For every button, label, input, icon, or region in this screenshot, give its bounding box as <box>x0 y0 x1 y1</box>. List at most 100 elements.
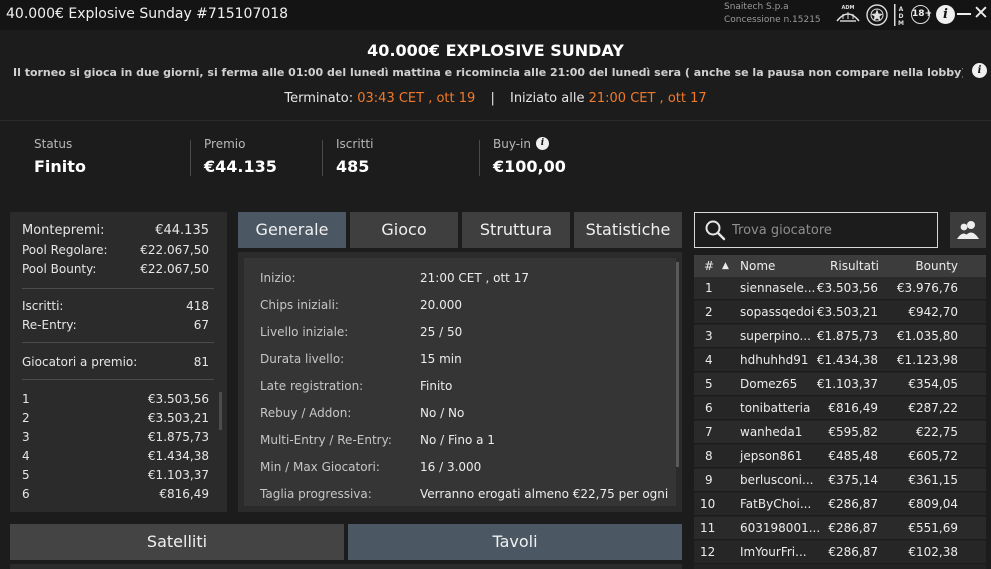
search-icon <box>705 220 726 241</box>
description-info-icon[interactable]: i <box>972 63 987 78</box>
info-label: Min / Max Giocatori: <box>260 460 380 474</box>
buyin-info-icon[interactable]: i <box>536 137 549 150</box>
divider <box>0 120 991 121</box>
tables-button[interactable]: Tavoli <box>348 524 682 560</box>
bounty-cell: €22,75 <box>916 425 958 439</box>
paid-players-value: 81 <box>193 355 209 369</box>
result-cell: €375,14 <box>828 473 878 487</box>
bounty-cell: €361,15 <box>908 473 958 487</box>
table-row[interactable]: 7 wanheda1 €595,82 €22,75 <box>694 421 986 444</box>
rank-cell: 5 <box>705 377 713 391</box>
payout-position: 1 <box>22 392 30 406</box>
regular-pool-value: €22.067,50 <box>140 243 209 257</box>
result-cell: €485,48 <box>828 449 878 463</box>
payout-scrollbar[interactable] <box>219 392 222 430</box>
close-icon[interactable]: ✕ <box>973 2 989 24</box>
tab-statistiche[interactable]: Statistiche <box>574 212 682 248</box>
info-label: Rebuy / Addon: <box>260 406 352 420</box>
player-search-input[interactable] <box>732 220 932 240</box>
table-row[interactable]: 8 jepson861 €485,48 €605,72 <box>694 445 986 468</box>
info-value: 15 min <box>420 352 462 366</box>
info-label: Multi-Entry / Re-Entry: <box>260 433 392 447</box>
bounty-cell: €3.976,76 <box>896 281 958 295</box>
result-cell: €286,87 <box>828 497 878 511</box>
started-value: 21:00 CET , ott 17 <box>588 91 707 106</box>
started-label: Iniziato alle <box>509 91 585 106</box>
results-header[interactable]: Risultati <box>830 259 879 273</box>
table-row[interactable]: 9 berlusconi... €375,14 €361,15 <box>694 469 986 492</box>
divider <box>22 379 214 380</box>
table-row[interactable]: 1 siennasele... €3.503,56 €3.976,76 <box>694 277 986 300</box>
rank-cell: 1 <box>705 281 713 295</box>
sort-ascending-icon[interactable]: ▲ <box>722 261 729 271</box>
rank-cell: 2 <box>705 305 713 319</box>
name-cell: berlusconi... <box>740 473 814 487</box>
bounty-pool-label: Pool Bounty: <box>22 262 97 276</box>
info-value: No / Fino a 1 <box>420 433 495 447</box>
table-row[interactable]: 11 603198001... €286,87 €551,69 <box>694 517 986 540</box>
result-cell: €1.875,73 <box>816 329 878 343</box>
table-row[interactable]: 5 Domez65 €1.103,37 €354,05 <box>694 373 986 396</box>
result-cell: €3.503,56 <box>816 281 878 295</box>
name-cell: superpino... <box>740 329 811 343</box>
info-label: Chips iniziali: <box>260 298 339 312</box>
bounty-cell: €605,72 <box>908 449 958 463</box>
status-value: Finito <box>34 157 86 176</box>
general-scrollbar[interactable] <box>676 262 679 467</box>
rank-cell: 7 <box>705 425 713 439</box>
minimize-icon[interactable] <box>957 13 971 15</box>
stat-divider <box>190 140 191 176</box>
company-info: Snaitech S.p.a Concessione n.15215 <box>724 1 821 27</box>
rank-cell: 8 <box>705 449 713 463</box>
bounty-cell: €551,69 <box>908 521 958 535</box>
divider <box>22 288 214 289</box>
name-cell: Domez65 <box>740 377 798 391</box>
players-table-header: # ▲ Nome Risultati Bounty <box>694 255 986 277</box>
payout-position: 5 <box>22 468 30 482</box>
rank-header[interactable]: # <box>704 259 714 273</box>
prize-pool-label: Montepremi: <box>22 223 105 238</box>
bounty-header[interactable]: Bounty <box>915 259 958 273</box>
stat-divider <box>322 140 323 176</box>
name-cell: hdhuhhd91 <box>740 353 809 367</box>
status-label: Status <box>34 137 73 151</box>
info-value: 16 / 3.000 <box>420 460 482 474</box>
name-header[interactable]: Nome <box>740 259 775 273</box>
tab-struttura[interactable]: Struttura <box>462 212 570 248</box>
table-row[interactable]: 10 FatByChoi... €286,87 €809,04 <box>694 493 986 516</box>
table-row[interactable]: 2 sopassqedoi €3.503,21 €942,70 <box>694 301 986 324</box>
tournament-description: Il torneo si gioca in due giorni, si fer… <box>13 66 963 79</box>
info-icon[interactable]: i <box>936 5 955 24</box>
payout-amount: €3.503,21 <box>147 411 209 425</box>
bounty-cell: €1.123,98 <box>896 353 958 367</box>
tab-generale[interactable]: Generale <box>238 212 346 248</box>
rank-cell: 9 <box>705 473 713 487</box>
payout-amount: €1.875,73 <box>147 430 209 444</box>
result-cell: €286,87 <box>828 545 878 559</box>
table-row[interactable]: 12 ImYourFri... €286,87 €102,38 <box>694 541 986 564</box>
prize-value: €44.135 <box>204 157 277 176</box>
result-cell: €3.503,21 <box>816 305 878 319</box>
tab-gioco[interactable]: Gioco <box>350 212 458 248</box>
name-cell: jepson861 <box>740 449 803 463</box>
info-label: Durata livello: <box>260 352 345 366</box>
rank-cell: 10 <box>700 497 716 511</box>
satellites-button[interactable]: Satelliti <box>10 524 344 560</box>
paid-players-label: Giocatori a premio: <box>22 355 138 369</box>
info-label: Livello iniziale: <box>260 325 349 339</box>
table-row[interactable]: 3 superpino... €1.875,73 €1.035,80 <box>694 325 986 348</box>
info-value: 25 / 50 <box>420 325 463 339</box>
payout-amount: €3.503,56 <box>147 392 209 406</box>
table-row[interactable]: 6 tonibatteria €816,49 €287,22 <box>694 397 986 420</box>
info-value: Verranno erogati almeno €22,75 per ogni <box>420 487 669 501</box>
name-cell: wanheda1 <box>740 425 803 439</box>
payout-amount: €1.103,37 <box>147 468 209 482</box>
result-cell: €816,49 <box>828 401 878 415</box>
info-value: 21:00 CET , ott 17 <box>420 271 529 285</box>
info-value: No / No <box>420 406 465 420</box>
bounty-pool-value: €22.067,50 <box>140 262 209 276</box>
payout-position: 3 <box>22 430 30 444</box>
players-icon-button[interactable] <box>950 212 986 248</box>
ended-value: 03:43 CET , ott 19 <box>357 91 476 106</box>
table-row[interactable]: 4 hdhuhhd91 €1.434,38 €1.123,98 <box>694 349 986 372</box>
